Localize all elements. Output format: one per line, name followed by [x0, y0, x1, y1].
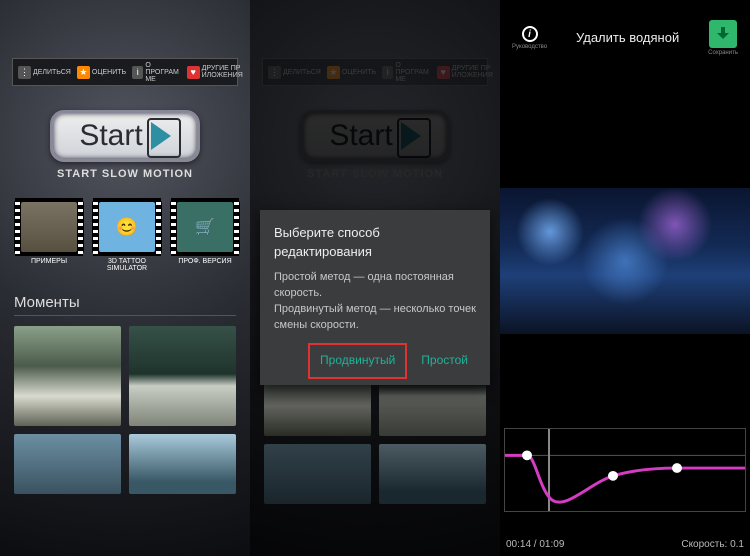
share-label: ДЕЛИТЬСЯ [33, 69, 71, 76]
moment-item[interactable] [14, 326, 121, 426]
moments-grid [14, 326, 236, 494]
promo-thumbnails: ПРИМЕРЫ 3D TATTOO SIMULATOR ПРОФ. ВЕРСИЯ [14, 198, 236, 272]
other-apps-button[interactable]: ♥ ДРУГИЕ ПР ИЛОЖЕНИЯ [184, 65, 246, 79]
dialog-actions: Продвинутый Простой [274, 347, 476, 374]
thumb-tattoo-label: 3D TATTOO SIMULATOR [92, 258, 162, 272]
moment-item[interactable] [14, 434, 121, 494]
other-apps-label: ДРУГИЕ ПР ИЛОЖЕНИЯ [202, 65, 243, 79]
dialog-text-2: Продвинутый метод — несколько точек смен… [274, 302, 476, 334]
video-preview[interactable] [500, 188, 750, 334]
time-display: 00:14 / 01:09 [506, 539, 564, 550]
moments-heading: Моменты [14, 294, 236, 316]
start-button[interactable]: Start [50, 110, 200, 162]
info-icon[interactable]: i [522, 26, 538, 42]
info-icon: i [132, 66, 143, 79]
start-area: Start START SLOW MOTION [0, 110, 250, 180]
film-frame-icon [14, 198, 84, 256]
film-frame-icon [170, 198, 240, 256]
speed-display: Скорость: 0.1 [681, 539, 744, 550]
editor-screen: i Руководство Удалить водяной Сохранить … [500, 0, 750, 556]
save-label: Сохранить [708, 50, 738, 56]
thumb-examples[interactable]: ПРИМЕРЫ [14, 198, 84, 272]
home-screen: ⋮ ДЕЛИТЬСЯ ★ ОЦЕНИТЬ i О ПРОГРАМ МЕ ♥ ДР… [0, 0, 250, 556]
start-button-label: Start [79, 119, 142, 153]
about-label: О ПРОГРАМ МЕ [145, 62, 180, 83]
info-label: Руководство [512, 44, 547, 50]
rate-label: ОЦЕНИТЬ [92, 69, 126, 76]
moment-item[interactable] [129, 434, 236, 494]
thumb-pro[interactable]: ПРОФ. ВЕРСИЯ [170, 198, 240, 272]
remove-watermark-button[interactable]: Удалить водяной [576, 30, 679, 46]
moment-item[interactable] [129, 326, 236, 426]
thumb-pro-label: ПРОФ. ВЕРСИЯ [178, 258, 231, 265]
simple-button[interactable]: Простой [413, 347, 476, 374]
editor-footer: 00:14 / 01:09 Скорость: 0.1 [506, 539, 744, 550]
rate-button[interactable]: ★ ОЦЕНИТЬ [74, 66, 129, 79]
play-icon [151, 122, 171, 150]
editing-method-dialog: Выберите способ редактирования Простой м… [260, 210, 490, 385]
download-icon [716, 27, 730, 41]
star-icon: ★ [77, 66, 90, 79]
film-frame-icon [92, 198, 162, 256]
home-screen-with-dialog: ⋮ ДЕЛИТЬСЯ ★ ОЦЕНИТЬ i О ПРОГРАМ МЕ ♥ ДР… [250, 0, 500, 556]
advanced-button[interactable]: Продвинутый [312, 347, 403, 374]
start-subtitle: START SLOW MOTION [57, 168, 193, 180]
top-toolbar: ⋮ ДЕЛИТЬСЯ ★ ОЦЕНИТЬ i О ПРОГРАМ МЕ ♥ ДР… [12, 58, 238, 86]
editor-header: i Руководство Удалить водяной Сохранить [500, 20, 750, 56]
dialog-text-1: Простой метод — одна постоянная скорость… [274, 270, 476, 302]
thumb-tattoo[interactable]: 3D TATTOO SIMULATOR [92, 198, 162, 272]
save-button[interactable] [709, 20, 737, 48]
about-button[interactable]: i О ПРОГРАМ МЕ [129, 62, 183, 83]
dialog-title: Выберите способ редактирования [274, 224, 476, 262]
share-button[interactable]: ⋮ ДЕЛИТЬСЯ [15, 66, 74, 79]
share-icon: ⋮ [18, 66, 31, 79]
speed-curve-editor[interactable] [504, 428, 746, 512]
heart-icon: ♥ [187, 66, 200, 79]
thumb-examples-label: ПРИМЕРЫ [31, 258, 67, 265]
